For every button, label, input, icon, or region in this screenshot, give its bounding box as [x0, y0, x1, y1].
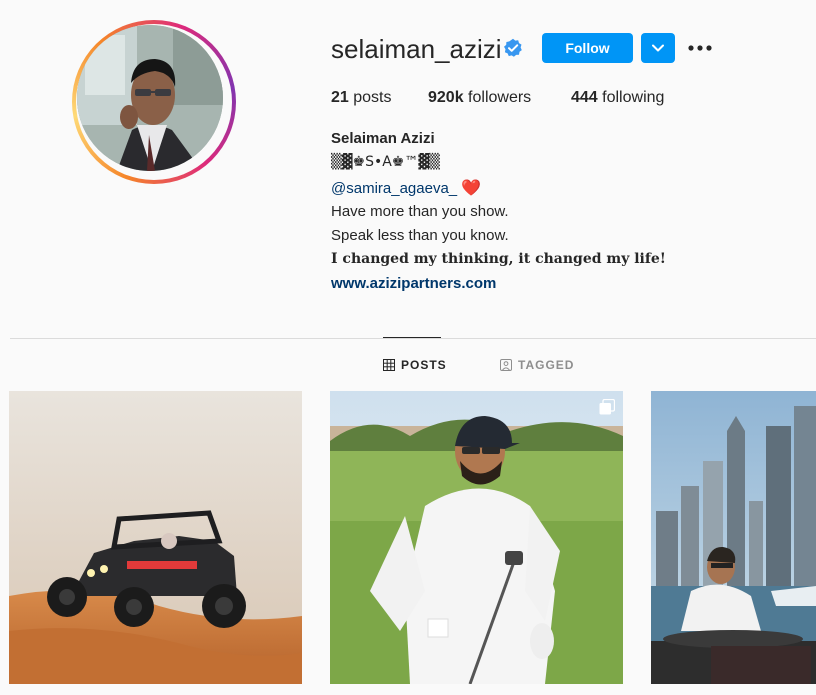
- chevron-down-icon: [652, 44, 664, 52]
- post-thumbnail[interactable]: [9, 391, 302, 684]
- bio-line-3: I changed my thinking, it changed my lif…: [331, 251, 666, 267]
- bio-mention-link[interactable]: @samira_agaeva_: [331, 180, 457, 197]
- followers-link[interactable]: 920k followers: [428, 89, 531, 107]
- more-options-button[interactable]: [688, 38, 712, 58]
- posts-count-label: posts: [353, 89, 392, 106]
- posts-count: 21 posts: [331, 89, 392, 107]
- followers-count-label: followers: [468, 89, 532, 106]
- bio-line-1: Have more than you show.: [331, 203, 509, 220]
- following-count-label: following: [602, 89, 665, 106]
- profile-full-name: Selaiman Azizi: [331, 130, 435, 147]
- multiple-posts-icon: [599, 399, 615, 415]
- posts-count-value: 21: [331, 89, 349, 106]
- avatar-photo: [77, 25, 223, 171]
- tab-posts-label: POSTS: [401, 358, 447, 372]
- following-count-value: 444: [571, 89, 598, 106]
- tab-tagged-label: TAGGED: [518, 358, 575, 372]
- post-thumbnail[interactable]: [330, 391, 623, 684]
- bio-line-2: Speak less than you know.: [331, 227, 509, 244]
- tagged-user-icon: [500, 359, 512, 371]
- heart-icon: ❤️: [461, 178, 482, 197]
- active-tab-indicator: [383, 337, 441, 338]
- bio-mention-line: @samira_agaeva_ ❤️: [331, 178, 481, 197]
- tab-posts[interactable]: POSTS: [383, 358, 447, 372]
- more-options-icon: [688, 45, 712, 51]
- suggested-accounts-button[interactable]: [641, 33, 675, 63]
- tab-tagged[interactable]: TAGGED: [500, 358, 574, 372]
- username: selaiman_azizi: [331, 34, 502, 64]
- bio-decor-line: ▒▓♚S•A♚™▓▒: [331, 154, 440, 170]
- following-link[interactable]: 444 following: [571, 89, 664, 107]
- tabs-divider: [10, 338, 816, 339]
- verified-badge-icon: [503, 38, 523, 58]
- website-link[interactable]: www.azizipartners.com: [331, 275, 496, 292]
- post-thumbnail[interactable]: [651, 391, 816, 684]
- grid-icon: [383, 359, 395, 371]
- followers-count-value: 920k: [428, 89, 464, 106]
- profile-avatar[interactable]: [72, 20, 236, 184]
- follow-button[interactable]: Follow: [542, 33, 633, 63]
